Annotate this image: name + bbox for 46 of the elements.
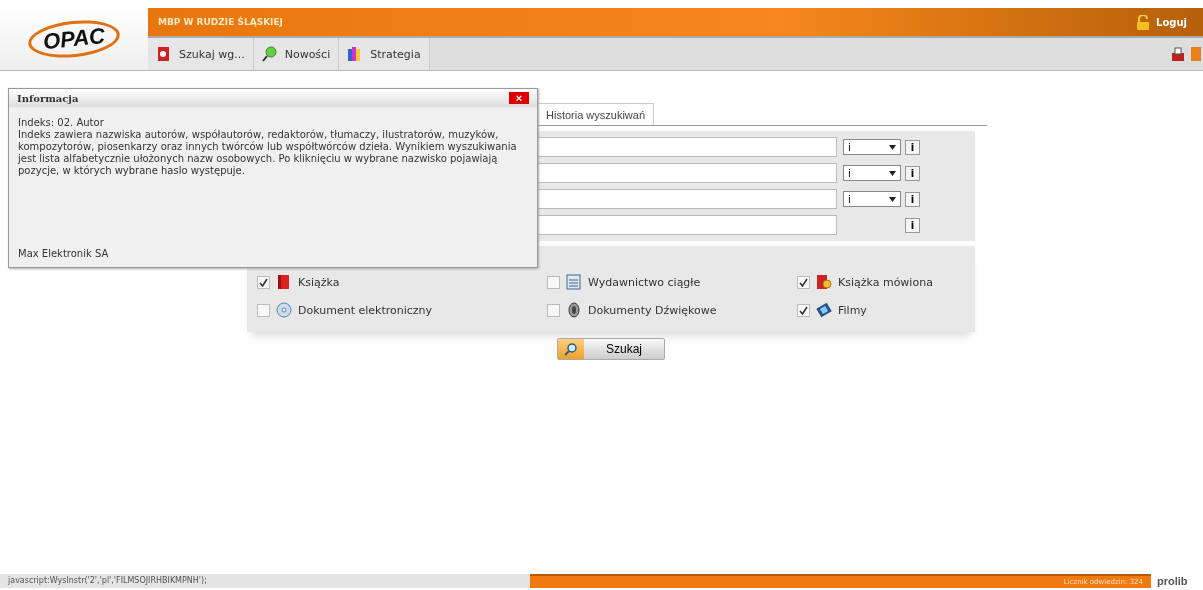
checkbox[interactable] (257, 275, 270, 289)
nav-item[interactable]: Nowości (253, 38, 340, 70)
disc-icon (276, 302, 292, 318)
search-button[interactable]: Szukaj (557, 338, 665, 360)
checkbox[interactable] (257, 303, 270, 317)
operator-dropdown[interactable]: i (843, 139, 901, 155)
book-speaker-icon (816, 274, 832, 290)
checkbox[interactable] (797, 275, 810, 289)
library-name: MBP W RUDZIE ŚLĄSKIEJ (158, 17, 283, 27)
status-text: javascript:WysInstr('2','pl','FILMSOJIRHBIKMPNH'); (0, 574, 530, 588)
dialog-text: Indeks zawiera nazwiska autorów, współautorów, redaktorów, tłumaczy, ilustratorów, muzyków, kompozytorów, piosenkarzy oraz innych twórców lub współtwórców dzieła. Wynikiem wyszukiwania jest lista alfabetycznie ułożonych nazw osobowych. Po kliknięciu w wybrane nazwisko pojawiają pozycje, w których wybrane haslo występuje. (18, 129, 518, 177)
material-label: Wydawnictwo ciągłe (588, 275, 701, 289)
magnifier-icon (261, 46, 277, 62)
material-label: Dokument elektroniczny (298, 303, 433, 317)
dialog-title: Informacja (17, 92, 79, 104)
info-button[interactable]: i (905, 165, 920, 181)
dropdown-arrow-icon (889, 144, 896, 150)
checkbox[interactable] (797, 303, 810, 317)
books-icon (347, 46, 363, 62)
padlock-icon (1136, 14, 1151, 30)
material-label: Książka (298, 275, 340, 289)
material-label: Filmy (838, 303, 867, 317)
dropdown-arrow-icon (889, 196, 896, 202)
material-label: Dokumenty Dźwiękowe (588, 303, 717, 317)
operator-dropdown[interactable]: i (843, 191, 901, 207)
nav-item[interactable]: Szukaj wg... (148, 38, 254, 70)
checkbox[interactable] (547, 303, 560, 317)
operator-dropdown[interactable]: i (843, 165, 901, 181)
checkbox[interactable] (547, 275, 560, 289)
calendar-icon (566, 274, 582, 290)
info-button[interactable]: i (905, 191, 920, 207)
search-icon (564, 342, 578, 356)
book-icon (276, 274, 292, 290)
info-button[interactable]: i (905, 139, 920, 155)
film-icon (816, 302, 832, 318)
info-button[interactable]: i (905, 217, 920, 233)
nav-item[interactable]: Strategia (339, 38, 430, 70)
book-icon (156, 46, 171, 62)
dialog-heading: Indeks: 02. Autor (18, 117, 105, 129)
dropdown-arrow-icon (889, 170, 896, 176)
login-button[interactable]: Loguj (1130, 13, 1193, 31)
close-button[interactable]: × (509, 92, 529, 104)
dialog-footer: Max Elektronik SA (9, 248, 537, 267)
tab[interactable]: Historia wyszukiwań (537, 103, 655, 125)
speaker-icon (566, 302, 582, 318)
material-label: Książka mówiona (838, 275, 933, 289)
